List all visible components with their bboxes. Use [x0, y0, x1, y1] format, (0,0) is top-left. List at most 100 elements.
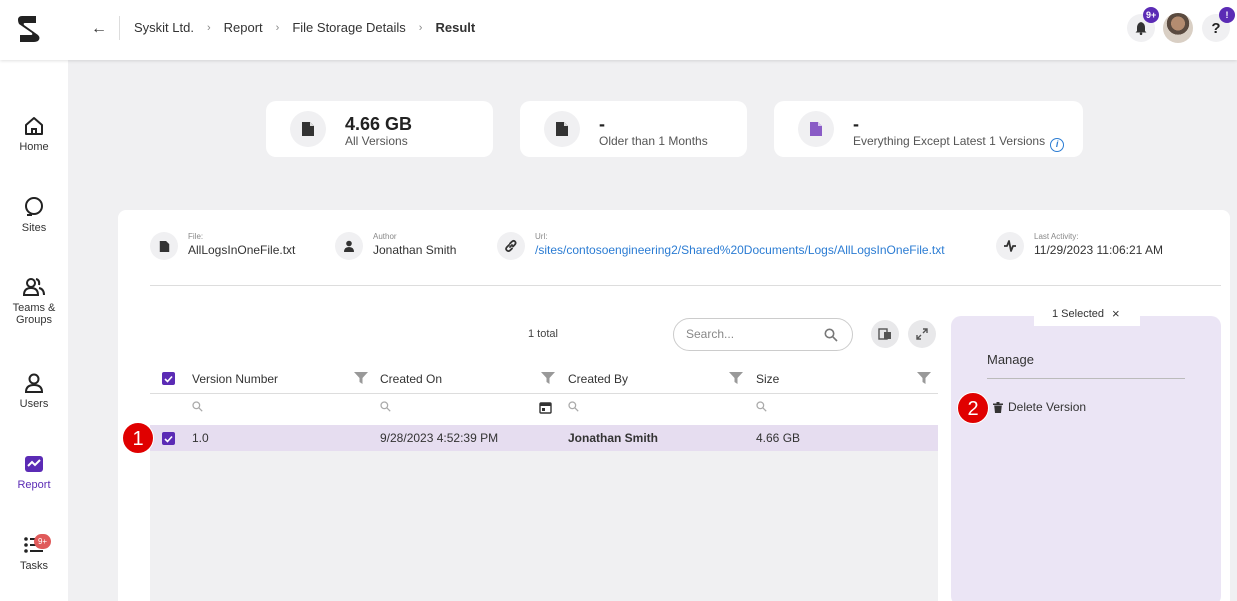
sidebar-item-label: Report — [17, 479, 51, 491]
help-icon: ? — [1211, 19, 1221, 37]
filter-funnel-icon[interactable] — [354, 371, 368, 385]
export-icon — [878, 328, 891, 340]
column-header-created-on[interactable]: Created On — [380, 365, 442, 393]
search-icon[interactable] — [568, 401, 579, 412]
meta-label: Url: — [535, 232, 548, 241]
sidebar-item-label: Groups — [15, 314, 53, 326]
filter-funnel-icon[interactable] — [917, 371, 931, 385]
meta-label: File: — [188, 232, 204, 241]
breadcrumb-item-report[interactable]: Report — [224, 20, 263, 35]
sidebar-item-report[interactable]: Report — [0, 453, 68, 491]
search-input[interactable] — [686, 327, 816, 341]
report-icon — [25, 456, 43, 472]
sites-icon — [25, 197, 43, 216]
file-icon — [150, 232, 178, 260]
activity-icon — [996, 232, 1024, 260]
stat-value: 4.66 GB — [345, 114, 413, 134]
select-all-checkbox[interactable] — [162, 372, 175, 385]
chevron-right-icon: › — [206, 21, 211, 34]
calendar-icon[interactable] — [539, 401, 552, 414]
cell-created-by: Jonathan Smith — [568, 431, 659, 445]
stat-label: Everything Except Latest 1 Versions i — [853, 134, 1065, 152]
sidebar-item-sites[interactable]: Sites — [0, 196, 68, 234]
teams-icon — [23, 278, 45, 296]
grid-body — [150, 451, 938, 601]
stat-value: - — [599, 114, 605, 134]
info-icon[interactable]: i — [1050, 138, 1065, 152]
author-name: Jonathan Smith — [373, 243, 457, 257]
sidebar-item-teams-groups[interactable]: Teams & Groups — [0, 276, 68, 326]
stat-label: All Versions — [345, 134, 408, 148]
column-header-version-number[interactable]: Version Number — [192, 365, 278, 393]
breadcrumb-current: Result — [435, 20, 476, 35]
delete-version-button[interactable]: Delete Version — [993, 400, 1086, 414]
stat-card-all-versions: 4.66 GB All Versions — [266, 101, 493, 157]
check-icon — [164, 435, 173, 443]
link-icon — [497, 232, 525, 260]
stat-label-text: Everything Except Latest 1 Versions — [853, 134, 1046, 148]
divider — [119, 16, 120, 40]
meta-label: Author — [373, 232, 397, 241]
close-icon[interactable]: × — [1112, 302, 1120, 326]
expand-button[interactable] — [908, 320, 936, 348]
file-name: AllLogsInOneFile.txt — [188, 243, 296, 257]
expand-icon — [916, 328, 928, 340]
sidebar: Home Sites Teams & Groups Users Report T… — [0, 60, 68, 601]
column-header-size[interactable]: Size — [756, 365, 779, 393]
stat-label: Older than 1 Months — [599, 134, 708, 148]
sidebar-item-label: Users — [19, 398, 49, 410]
home-icon — [25, 117, 43, 135]
syskit-logo-icon[interactable] — [14, 14, 44, 44]
cell-version: 1.0 — [192, 431, 209, 445]
file-icon — [798, 111, 834, 147]
notifications-badge: 9+ — [1143, 7, 1160, 23]
export-button[interactable] — [871, 320, 899, 348]
delete-version-label: Delete Version — [1008, 400, 1087, 414]
last-activity-value: 11/29/2023 11:06:21 AM — [1034, 243, 1163, 257]
trash-icon — [993, 401, 1003, 413]
cell-created-on: 9/28/2023 4:52:39 PM — [380, 431, 499, 445]
search-icon[interactable] — [380, 401, 391, 412]
file-icon — [544, 111, 580, 147]
file-url-link[interactable]: /sites/contosoengineering2/Shared%20Docu… — [535, 243, 945, 257]
stat-card-older-than: - Older than 1 Months — [520, 101, 747, 157]
back-arrow-icon[interactable]: ← — [88, 18, 110, 40]
search-icon[interactable] — [824, 328, 838, 342]
divider — [150, 393, 938, 394]
search-box — [673, 318, 853, 351]
search-icon[interactable] — [192, 401, 203, 412]
filter-funnel-icon[interactable] — [729, 371, 743, 385]
sidebar-item-label: Teams & — [12, 302, 56, 314]
total-count: 1 total — [528, 328, 558, 340]
help-badge: ! — [1219, 7, 1235, 23]
tasks-badge: 9+ — [34, 534, 51, 549]
stat-value: - — [853, 114, 859, 134]
versions-grid: Version Number Created On Created By Siz… — [150, 365, 938, 601]
callout-marker-1: 1 — [122, 422, 154, 454]
selected-count: 1 Selected — [1052, 308, 1104, 320]
user-icon — [24, 373, 44, 393]
filter-row — [150, 395, 938, 421]
sidebar-item-label: Home — [19, 141, 49, 153]
sidebar-item-home[interactable]: Home — [0, 115, 68, 153]
search-icon[interactable] — [756, 401, 767, 412]
breadcrumb-item-syskit[interactable]: Syskit Ltd. — [134, 20, 194, 35]
table-row[interactable]: 1.0 9/28/2023 4:52:39 PM Jonathan Smith … — [150, 425, 938, 451]
file-icon — [290, 111, 326, 147]
sidebar-item-tasks[interactable]: Tasks 9+ — [0, 534, 68, 572]
breadcrumb-item-file-storage-details[interactable]: File Storage Details — [292, 20, 405, 35]
row-checkbox[interactable] — [162, 432, 175, 445]
stat-card-except-latest: - Everything Except Latest 1 Versions i — [774, 101, 1083, 157]
chevron-right-icon: › — [275, 21, 280, 34]
filter-funnel-icon[interactable] — [541, 371, 555, 385]
sidebar-item-users[interactable]: Users — [0, 372, 68, 410]
top-bar: ← Syskit Ltd. › Report › File Storage De… — [0, 0, 1237, 60]
column-header-created-by[interactable]: Created By — [568, 365, 628, 393]
chevron-right-icon: › — [418, 21, 423, 34]
cell-size: 4.66 GB — [756, 431, 801, 445]
sidebar-item-label: Sites — [21, 222, 47, 234]
avatar[interactable] — [1163, 13, 1193, 43]
user-icon — [335, 232, 363, 260]
meta-label: Last Activity: — [1034, 232, 1079, 241]
divider — [150, 285, 1221, 286]
